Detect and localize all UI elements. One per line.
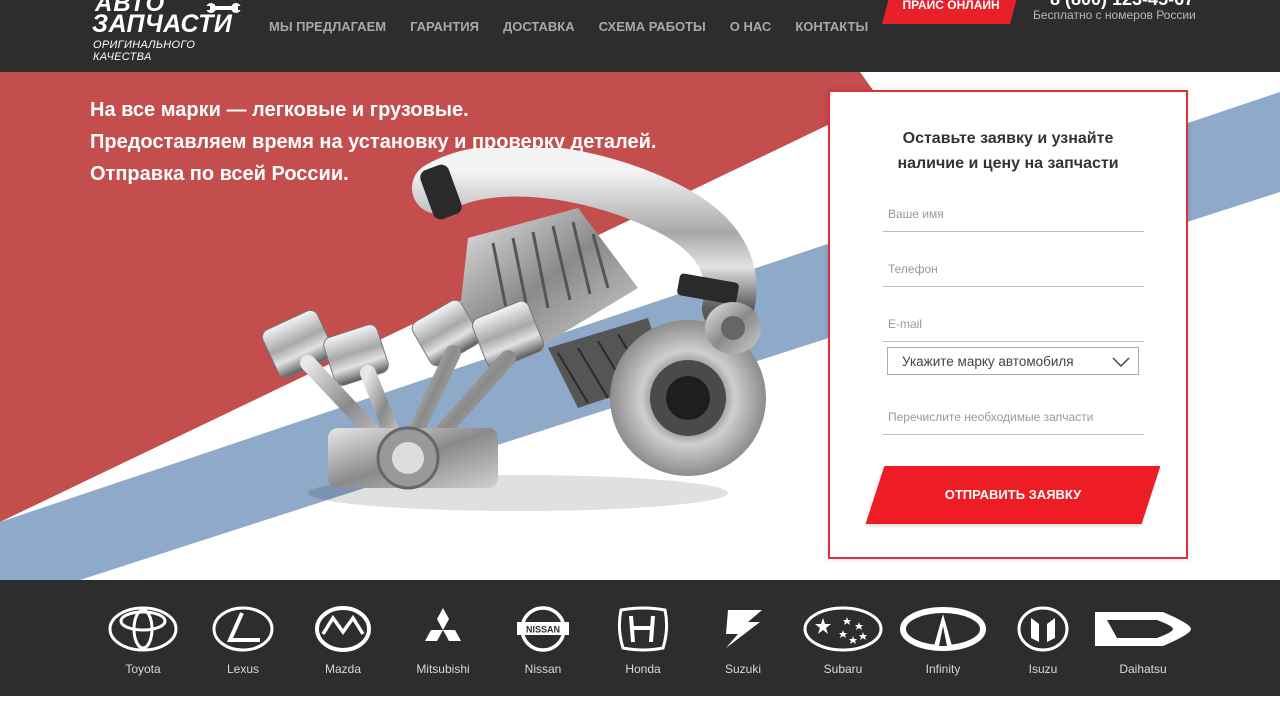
daihatsu-icon (1095, 612, 1191, 646)
nav-item-warranty[interactable]: ГАРАНТИЯ (398, 18, 491, 36)
phone-note: Бесплатно с номеров России (1033, 8, 1196, 22)
brand-label: Nissan (524, 662, 562, 676)
email-field (883, 304, 1144, 342)
nissan-badge-text: NISSAN (526, 625, 560, 635)
form-title-line-1: Оставьте заявку и узнайте (902, 130, 1114, 147)
hero-section: На все марки — легковые и грузовые. Пред… (0, 72, 1280, 580)
brand-lexus[interactable]: Lexus (193, 606, 293, 686)
email-input[interactable] (883, 304, 1144, 341)
price-online-label: ПРАЙС ОНЛАЙН (902, 0, 1000, 12)
brand-label: Infinity (925, 662, 961, 676)
brand-label: Toyota (125, 662, 161, 676)
brand-subaru[interactable]: Subaru (793, 606, 893, 686)
brand-isuzu[interactable]: Isuzu (993, 606, 1093, 686)
nissan-icon: NISSAN (517, 606, 569, 652)
brand-daihatsu[interactable]: Daihatsu (1093, 606, 1193, 686)
parts-input[interactable] (883, 397, 1144, 434)
lexus-icon (212, 606, 274, 652)
phone-field (883, 249, 1144, 287)
brands-bar: Toyota Lexus Mazda Mitsubishi NISSAN Nis… (0, 580, 1280, 696)
submit-request-button[interactable]: ОТПРАВИТЬ ЗАЯВКУ (865, 466, 1161, 524)
engine-image (261, 148, 766, 511)
brand-label: Subaru (823, 662, 863, 676)
hero-line-1: На все марки — легковые и грузовые. (90, 99, 469, 121)
brand-label: Mazda (324, 662, 362, 676)
brand-label: Honda (625, 662, 661, 676)
nav-item-contacts[interactable]: КОНТАКТЫ (783, 18, 880, 36)
main-nav: МЫ ПРЕДЛАГАЕМ ГАРАНТИЯ ДОСТАВКА СХЕМА РА… (257, 18, 880, 36)
brand-label: Daihatsu (1119, 662, 1167, 676)
nav-item-delivery[interactable]: ДОСТАВКА (491, 18, 587, 36)
honda-icon (617, 606, 669, 652)
brand-select[interactable]: Укажите марку автомобиля (887, 347, 1139, 375)
infinity-icon (900, 607, 986, 651)
brand-suzuki[interactable]: Suzuki (693, 606, 793, 686)
brand-label: Mitsubishi (416, 662, 470, 676)
brand-label: Lexus (226, 662, 260, 676)
nav-item-offer[interactable]: МЫ ПРЕДЛАГАЕМ (257, 18, 398, 36)
brand-honda[interactable]: Honda (593, 606, 693, 686)
brand-infinity[interactable]: Infinity (893, 606, 993, 686)
site-header: АВТО ЗАПЧАСТИ ОРИГИНАЛЬНОГО КАЧЕСТВА МЫ … (0, 0, 1280, 72)
name-field (883, 194, 1144, 232)
price-online-button[interactable]: ПРАЙС ОНЛАЙН (881, 0, 1019, 24)
footer-strip (0, 696, 1280, 720)
brand-select-value: Укажите марку автомобиля (902, 354, 1074, 369)
brand-toyota[interactable]: Toyota (93, 606, 193, 686)
brand-nissan[interactable]: NISSAN Nissan (493, 606, 593, 686)
brand-mitsubishi[interactable]: Mitsubishi (393, 606, 493, 686)
isuzu-icon (1017, 606, 1069, 652)
nav-item-about[interactable]: О НАС (718, 18, 784, 36)
mazda-icon (315, 606, 371, 652)
brand-label: Suzuki (724, 662, 762, 676)
site-logo[interactable]: АВТО ЗАПЧАСТИ ОРИГИНАЛЬНОГО КАЧЕСТВА (92, 0, 252, 63)
suzuki-icon (726, 610, 762, 648)
brand-mazda[interactable]: Mazda (293, 606, 393, 686)
name-input[interactable] (883, 194, 1144, 231)
form-title-line-2: наличие и цену на запчасти (897, 155, 1119, 172)
mitsubishi-icon (425, 608, 461, 641)
nav-item-workflow[interactable]: СХЕМА РАБОТЫ (587, 18, 718, 36)
request-form: Оставьте заявку и узнайте наличие и цену… (828, 90, 1188, 559)
logo-main-text: ЗАПЧАСТИ (92, 10, 233, 38)
parts-field (883, 397, 1144, 435)
form-title: Оставьте заявку и узнайте наличие и цену… (830, 126, 1186, 176)
brand-label: Isuzu (1028, 662, 1058, 676)
submit-request-label: ОТПРАВИТЬ ЗАЯВКУ (944, 487, 1082, 502)
logo-sub-text: ОРИГИНАЛЬНОГО КАЧЕСТВА (93, 39, 196, 63)
toyota-icon (108, 606, 178, 652)
subaru-icon (803, 606, 883, 652)
phone-number[interactable]: 8 (800) 123-45-67 (1050, 0, 1194, 8)
chevron-down-icon (1112, 357, 1130, 368)
phone-input[interactable] (883, 249, 1144, 286)
